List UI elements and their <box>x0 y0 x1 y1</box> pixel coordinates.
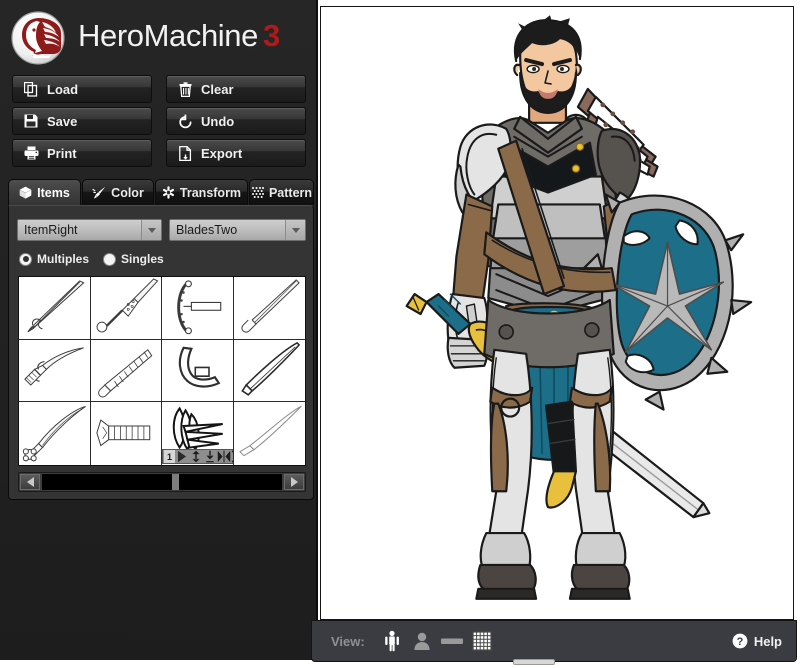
item-wrapped-handle-spear[interactable] <box>91 277 163 340</box>
item-mini-toolbar[interactable]: 1 <box>162 449 234 464</box>
trash-icon <box>175 81 195 97</box>
floppy-disk-icon <box>21 113 41 129</box>
brand-version: 3 <box>263 18 280 53</box>
file-actions-toolbar: Load Save Print Clear <box>0 72 318 172</box>
item-mode-radio-group: Multiples Singles <box>19 250 178 268</box>
save-button-label: Save <box>47 115 77 128</box>
tab-transform-label: Transform <box>180 186 241 200</box>
item-thumbnail-grid[interactable]: 1 <box>18 276 306 466</box>
print-button-label: Print <box>47 147 77 160</box>
grid-icon[interactable] <box>467 628 497 654</box>
send-to-back-icon[interactable] <box>203 450 217 463</box>
character-canvas[interactable] <box>320 6 794 620</box>
brand-header: HeroMachine3 <box>0 0 318 72</box>
undo-button-label: Undo <box>201 115 234 128</box>
panel-tabs: Items Color Transform Pattern <box>8 179 314 205</box>
item-segmented-hilt[interactable] <box>91 402 163 465</box>
tab-pattern[interactable]: Pattern <box>249 179 314 205</box>
save-button[interactable]: Save <box>12 107 152 135</box>
export-button[interactable]: Export <box>166 139 306 167</box>
export-button-label: Export <box>201 147 242 160</box>
clear-button[interactable]: Clear <box>166 75 306 103</box>
scrollbar-thumb[interactable] <box>172 474 179 490</box>
svg-text:?: ? <box>736 636 743 648</box>
tab-pattern-label: Pattern <box>269 186 312 200</box>
load-button-label: Load <box>47 83 78 96</box>
help-button-label: Help <box>754 634 782 649</box>
question-circle-icon: ? <box>732 633 748 649</box>
printer-icon <box>21 145 41 161</box>
radio-multiples-label: Multiples <box>37 252 89 266</box>
dot-grid-icon <box>251 186 264 199</box>
radio-singles-label: Singles <box>121 252 164 266</box>
copy-icon <box>21 81 41 97</box>
clear-button-label: Clear <box>201 83 234 96</box>
set-dropdown-value: BladesTwo <box>176 223 237 237</box>
standing-figure-icon[interactable] <box>377 628 407 654</box>
left-control-panel: HeroMachine3 Load Save Print <box>0 0 318 660</box>
tab-color-label: Color <box>111 186 144 200</box>
tab-color[interactable]: Color <box>82 179 154 205</box>
slot-dropdown[interactable]: ItemRight <box>17 219 162 241</box>
chevron-down-icon <box>141 220 161 240</box>
item-curved-guard-sword[interactable] <box>162 277 234 340</box>
scrollbar-track[interactable] <box>42 474 282 490</box>
item-wrapped-grip[interactable] <box>91 340 163 403</box>
radio-singles-marker <box>103 253 116 266</box>
item-fanned-blade-cluster[interactable]: 1 <box>162 402 234 465</box>
brand-name: HeroMachine <box>78 18 258 53</box>
triangle-right-icon[interactable] <box>284 474 304 490</box>
file-export-icon <box>175 145 195 161</box>
heromachine-app: HeroMachine3 Load Save Print <box>0 0 800 668</box>
item-straight-broadsword[interactable] <box>234 340 306 403</box>
set-dropdown[interactable]: BladesTwo <box>169 219 306 241</box>
triangle-left-icon[interactable] <box>20 474 40 490</box>
undo-button[interactable]: Undo <box>166 107 306 135</box>
item-hooked-blade[interactable] <box>234 277 306 340</box>
radio-multiples-marker <box>19 253 32 266</box>
move-up-down-icon[interactable] <box>189 450 203 463</box>
help-button[interactable]: ? Help <box>732 633 782 649</box>
rectangle-icon[interactable] <box>437 628 467 654</box>
item-spear-crossguard[interactable] <box>19 277 91 340</box>
resize-grab-handle[interactable] <box>513 659 555 665</box>
chevron-down-icon <box>285 220 305 240</box>
bust-silhouette-icon[interactable] <box>407 628 437 654</box>
view-label: View: <box>331 634 365 649</box>
item-grid-scrollbar[interactable] <box>18 472 306 492</box>
tab-items-label: Items <box>37 186 70 200</box>
slot-dropdown-value: ItemRight <box>24 223 78 237</box>
print-button[interactable]: Print <box>12 139 152 167</box>
item-thin-sabre[interactable] <box>234 402 306 465</box>
item-curved-sickle[interactable] <box>162 340 234 403</box>
tab-transform[interactable]: Transform <box>155 179 248 205</box>
items-tab-panel: ItemRight BladesTwo Multiples Singles <box>8 205 314 500</box>
pegasus-logo-icon <box>9 9 67 67</box>
page-title: HeroMachine3 <box>78 18 280 54</box>
load-button[interactable]: Load <box>12 75 152 103</box>
tab-items[interactable]: Items <box>8 179 81 205</box>
undo-arrow-icon <box>175 113 195 129</box>
flip-horizontal-icon[interactable] <box>217 450 231 463</box>
cube-icon <box>19 186 32 199</box>
radio-multiples[interactable]: Multiples <box>19 252 89 266</box>
gear-icon <box>162 186 175 199</box>
item-combat-knife[interactable] <box>19 340 91 403</box>
layer-number: 1 <box>164 450 175 463</box>
paintbrush-icon <box>92 186 106 199</box>
item-ornate-scimitar[interactable] <box>19 402 91 465</box>
character-illustration <box>321 7 793 619</box>
layer-next-icon[interactable] <box>175 450 189 463</box>
canvas-bottom-bar: View: ? Help <box>311 620 797 662</box>
radio-singles[interactable]: Singles <box>103 252 164 266</box>
